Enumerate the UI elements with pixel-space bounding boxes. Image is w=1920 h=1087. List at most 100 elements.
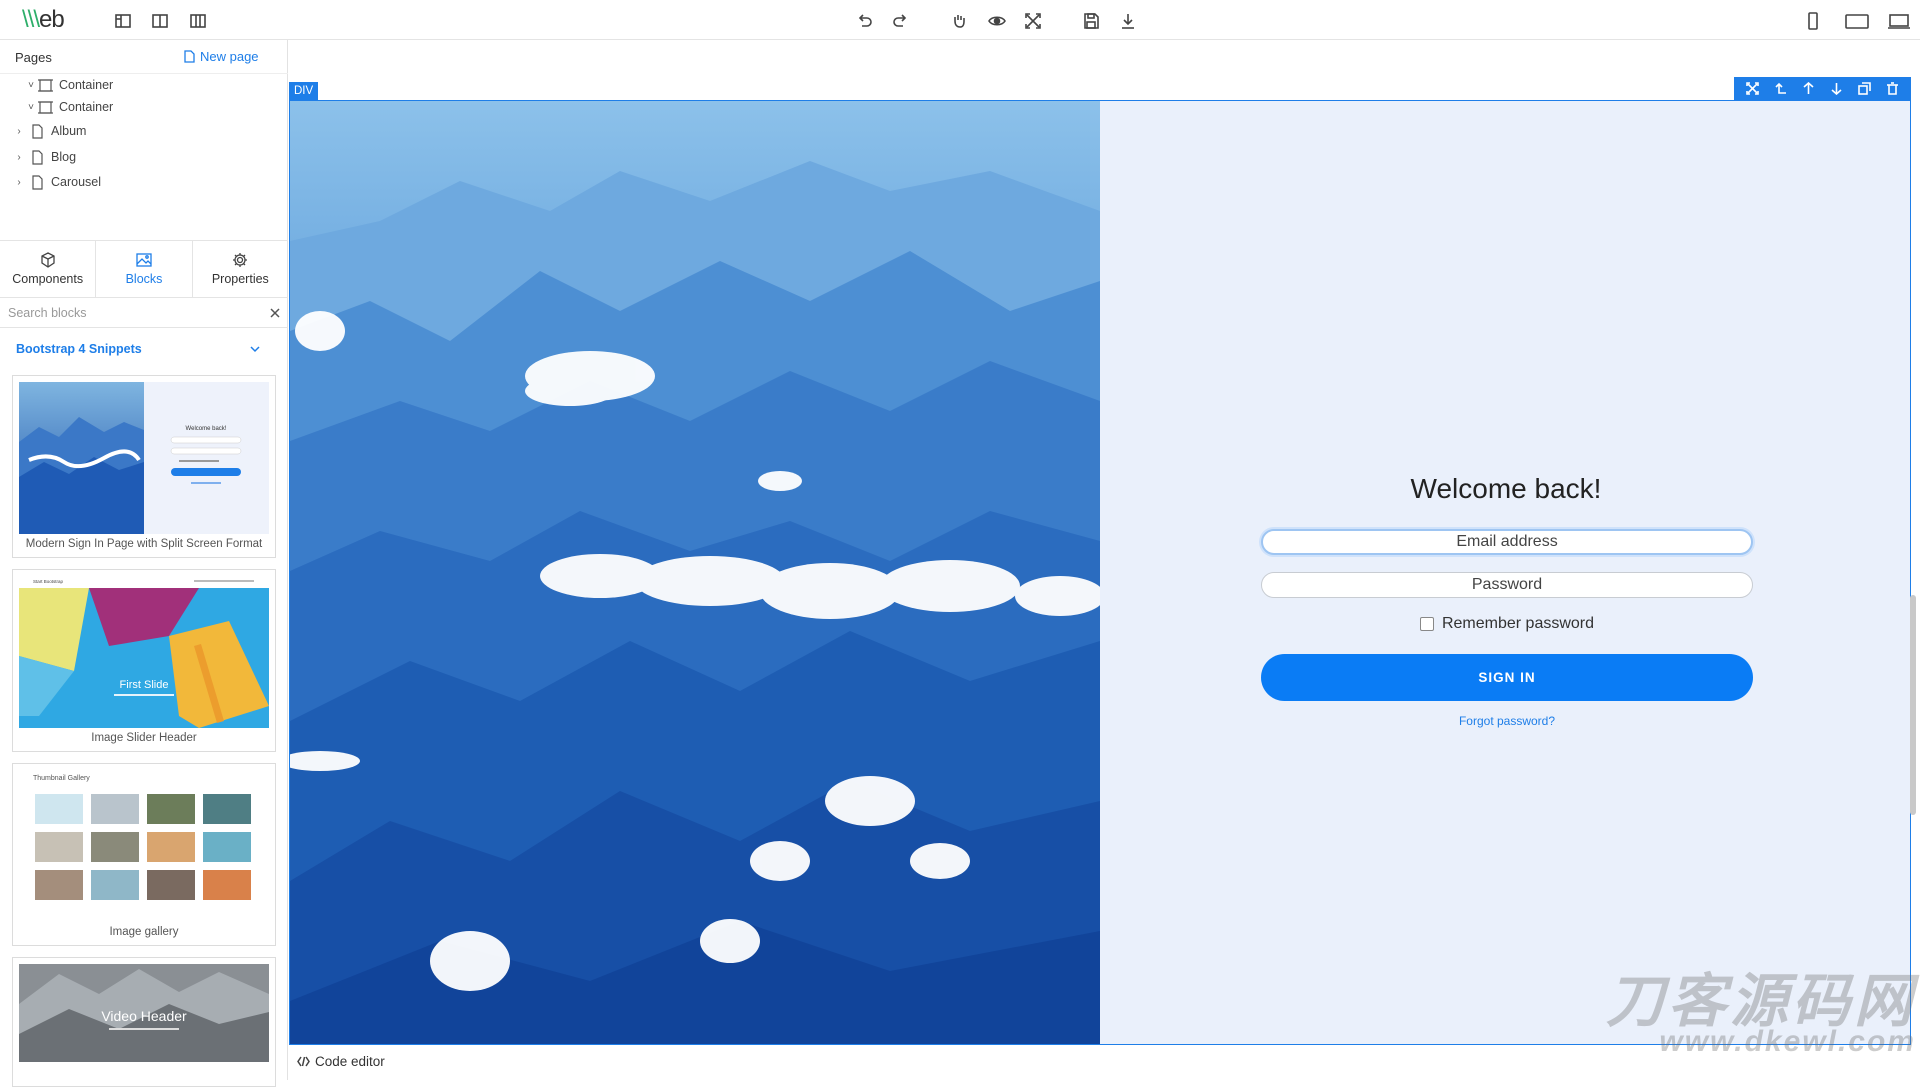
- block-caption: Image gallery: [109, 926, 179, 938]
- selection-toolbar: [1734, 77, 1911, 100]
- tab-blocks[interactable]: Blocks: [96, 241, 193, 297]
- canvas-scrollbar-thumb[interactable]: [1910, 595, 1916, 815]
- desktop-view-icon[interactable]: [1886, 10, 1912, 32]
- redo-icon[interactable]: [890, 10, 912, 32]
- layout-sidebar-right-icon[interactable]: [187, 10, 209, 32]
- page-tree: ˅ Container ˅ Container › Album › Blog ›…: [0, 74, 288, 234]
- svg-text:Start Bootstrap: Start Bootstrap: [33, 579, 64, 584]
- select-parent-icon[interactable]: [1744, 81, 1760, 97]
- tab-label: Blocks: [125, 272, 163, 286]
- svg-text:Video Header: Video Header: [101, 1008, 187, 1024]
- code-editor-button[interactable]: Code editor: [289, 1046, 393, 1076]
- slider-preview-image: Start Bootstrap First Slide: [19, 576, 269, 728]
- pages-header: Pages New page: [0, 40, 288, 74]
- page-file-icon: [32, 149, 43, 165]
- layout-sidebar-left-icon[interactable]: [112, 10, 134, 32]
- tab-properties[interactable]: Properties: [193, 241, 288, 297]
- block-thumbnail: Start Bootstrap First Slide: [19, 576, 269, 728]
- watermark-line1: 刀客源码网: [1605, 969, 1916, 1034]
- new-page-button[interactable]: New page: [184, 49, 259, 64]
- block-caption: Modern Sign In Page with Split Screen Fo…: [25, 538, 263, 550]
- chevron-right-icon[interactable]: ›: [14, 152, 24, 163]
- block-card-video-header[interactable]: Video Header: [12, 957, 276, 1087]
- selected-element-tag: DIV: [289, 82, 319, 101]
- svg-text:Thumbnail Gallery: Thumbnail Gallery: [33, 775, 90, 782]
- tablet-view-icon[interactable]: [1844, 10, 1870, 32]
- layout-columns-icon[interactable]: [149, 10, 171, 32]
- page-file-icon: [32, 174, 43, 190]
- block-thumbnail: Welcome back!: [19, 382, 269, 534]
- remember-password-row: Remember password: [1261, 615, 1753, 633]
- remember-password-label: Remember password: [1441, 615, 1595, 632]
- download-icon[interactable]: [1117, 10, 1139, 32]
- search-blocks-bar: [0, 298, 288, 328]
- editor-canvas: Welcome back!: [289, 40, 1920, 1080]
- panel-tabs: Components Blocks Properties: [0, 240, 288, 298]
- signin-preview-image: Welcome back!: [19, 382, 269, 534]
- tree-item-carousel[interactable]: › Carousel: [14, 171, 101, 193]
- chevron-down-icon[interactable]: [248, 342, 262, 356]
- tree-item-container[interactable]: ˅ Container: [26, 96, 113, 118]
- snippet-group-header[interactable]: Bootstrap 4 Snippets: [0, 330, 288, 370]
- cube-icon: [41, 252, 55, 268]
- tree-item-label: Carousel: [51, 175, 102, 189]
- new-page-label: New page: [200, 49, 259, 64]
- clone-icon[interactable]: [1857, 81, 1873, 97]
- container-icon: [38, 78, 53, 92]
- save-icon[interactable]: [1080, 10, 1102, 32]
- tab-label: Components: [12, 272, 84, 286]
- tree-item-container[interactable]: ˅ Container: [26, 74, 113, 96]
- search-blocks-input[interactable]: [8, 304, 258, 322]
- gallery-preview-image: Thumbnail Gallery: [33, 775, 251, 900]
- top-toolbar: \\\eb: [0, 0, 1920, 40]
- forgot-password-link[interactable]: Forgot password?: [1261, 714, 1753, 728]
- email-field[interactable]: [1261, 529, 1753, 555]
- tab-components[interactable]: Components: [0, 241, 97, 297]
- tree-item-label: Container: [59, 78, 114, 92]
- tree-item-label: Blog: [51, 150, 77, 164]
- arrow-down-icon[interactable]: [1829, 81, 1845, 97]
- block-thumbnail: Video Header: [19, 964, 269, 1062]
- remember-password-checkbox[interactable]: [1419, 617, 1434, 631]
- trash-icon[interactable]: [1885, 81, 1901, 97]
- image-icon: [136, 253, 152, 267]
- chevron-right-icon[interactable]: ›: [14, 177, 24, 188]
- block-caption: Image Slider Header: [91, 732, 197, 744]
- code-icon: [297, 1056, 310, 1066]
- file-icon: [184, 50, 195, 63]
- move-up-parent-icon[interactable]: [1772, 81, 1788, 97]
- pages-title: Pages: [15, 50, 52, 65]
- snippet-group-title: Bootstrap 4 Snippets: [16, 342, 142, 356]
- watermark: 刀客源码网 www.dkewl.com: [1536, 972, 1916, 1058]
- fullscreen-icon[interactable]: [1022, 10, 1044, 32]
- gear-icon: [233, 253, 248, 267]
- block-card-image-slider[interactable]: Start Bootstrap First Slide Image Slider…: [12, 569, 276, 752]
- left-panel: Pages New page ˅ Container ˅ Container ›…: [0, 40, 288, 1087]
- video-header-preview-image: Video Header: [19, 964, 269, 1062]
- block-card-signin[interactable]: Welcome back! Modern Sign In Page with S…: [12, 375, 276, 558]
- app-logo[interactable]: \\\eb: [22, 6, 65, 34]
- container-icon: [38, 100, 53, 114]
- block-card-image-gallery[interactable]: Thumbnail Gallery Image gallery: [12, 763, 276, 946]
- welcome-heading: Welcome back!: [1410, 473, 1602, 504]
- drag-hand-icon[interactable]: [948, 10, 970, 32]
- block-thumbnail: Thumbnail Gallery: [19, 770, 269, 922]
- sign-in-button[interactable]: SIGN IN: [1261, 654, 1753, 701]
- chevron-down-icon[interactable]: ˅: [26, 80, 36, 91]
- tree-item-label: Container: [59, 100, 114, 114]
- close-icon[interactable]: [268, 306, 282, 320]
- chevron-right-icon[interactable]: ›: [14, 126, 24, 137]
- code-editor-label: Code editor: [315, 1053, 385, 1069]
- tab-label: Properties: [211, 272, 269, 286]
- chevron-down-icon[interactable]: ˅: [26, 102, 36, 113]
- tree-item-blog[interactable]: › Blog: [14, 146, 76, 168]
- preview-eye-icon[interactable]: [986, 10, 1008, 32]
- watermark-line2: www.dkewl.com: [1659, 1025, 1916, 1058]
- arrow-up-icon[interactable]: [1800, 81, 1816, 97]
- canvas-scrollbar-track[interactable]: [1909, 100, 1917, 1040]
- svg-text:First Slide: First Slide: [120, 679, 169, 691]
- tree-item-album[interactable]: › Album: [14, 120, 86, 142]
- password-field[interactable]: [1261, 572, 1753, 598]
- undo-icon[interactable]: [853, 10, 875, 32]
- mobile-view-icon[interactable]: [1802, 10, 1824, 32]
